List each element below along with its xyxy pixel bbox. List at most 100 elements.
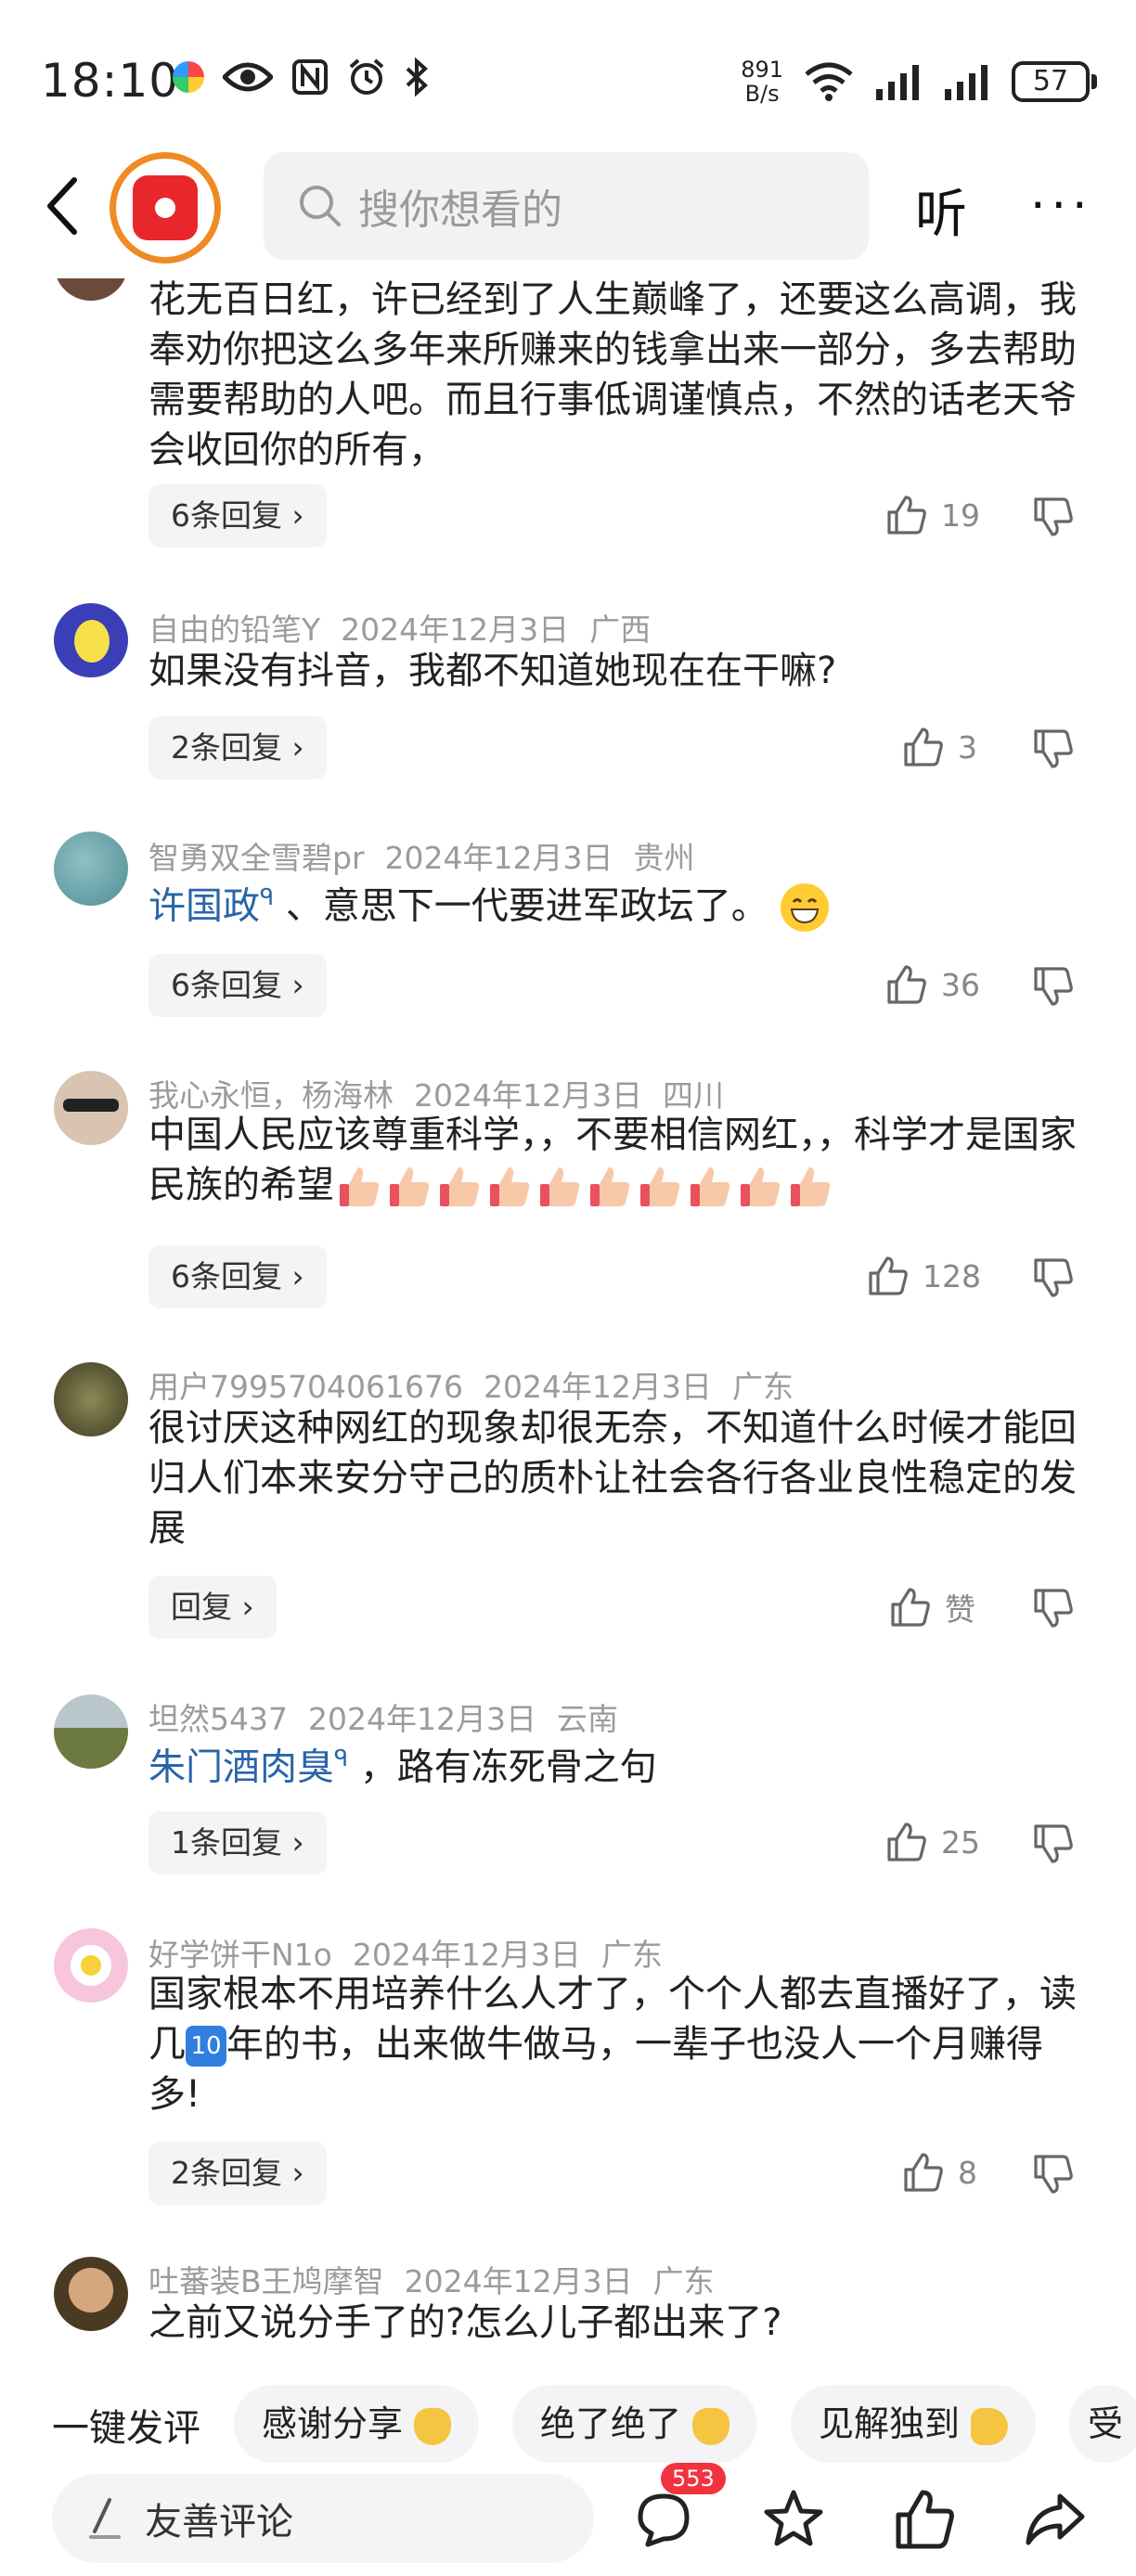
username[interactable]: 智勇双全雪碧pr bbox=[148, 840, 365, 876]
username[interactable]: 用户7995704061676 bbox=[148, 1369, 463, 1405]
search-icon bbox=[300, 186, 341, 226]
comment-meta: 自由的铅笔Y 2024年12月3日 广西 bbox=[148, 605, 671, 650]
thumbs-up-emoji-icon bbox=[535, 1162, 585, 1212]
pen-icon bbox=[89, 2498, 121, 2539]
search-input[interactable]: 搜你想看的 bbox=[264, 152, 869, 260]
dislike-button[interactable] bbox=[1032, 1587, 1075, 1629]
battery-indicator: 57 bbox=[1012, 61, 1097, 102]
comment-region: 广东 bbox=[600, 1937, 663, 1973]
like-button[interactable]: 8 bbox=[902, 2151, 977, 2194]
signal-icon-2 bbox=[945, 65, 988, 100]
keycap-ten-icon: 10 bbox=[186, 2026, 226, 2067]
thumbs-up-emoji-icon bbox=[434, 1162, 484, 1212]
quick-chip-more[interactable]: 受 bbox=[1069, 2385, 1136, 2463]
avatar[interactable] bbox=[54, 278, 128, 301]
avatar[interactable] bbox=[54, 2257, 128, 2331]
view-replies-button[interactable]: 1条回复 › bbox=[148, 1811, 327, 1874]
quick-comment-bar: 一键发评 感谢分享 绝了绝了 见解独到 受 bbox=[0, 2377, 1136, 2467]
username[interactable]: 自由的铅笔Y bbox=[148, 612, 320, 648]
comment-region: 广东 bbox=[652, 2263, 715, 2299]
avatar[interactable] bbox=[54, 1928, 128, 2003]
comments-button[interactable] bbox=[631, 2487, 696, 2552]
quick-chip-awesome[interactable]: 绝了绝了 bbox=[512, 2385, 758, 2463]
nfc-icon bbox=[292, 59, 328, 95]
dislike-button[interactable] bbox=[1032, 2153, 1075, 2196]
comment-region: 贵州 bbox=[633, 840, 695, 876]
like-button[interactable]: 19 bbox=[885, 494, 980, 536]
comment-meta: 坦然5437 2024年12月3日 云南 bbox=[148, 1694, 639, 1739]
favorite-button[interactable] bbox=[761, 2487, 826, 2552]
comment-body: ，路有冻死骨之句 bbox=[359, 1745, 657, 1789]
avatar[interactable] bbox=[54, 1694, 128, 1769]
like-count: 36 bbox=[941, 966, 980, 1003]
view-replies-button[interactable]: 2条回复 › bbox=[148, 716, 327, 779]
thumbs-up-icon bbox=[869, 1256, 908, 1295]
thumbs-up-emoji-icon bbox=[735, 1162, 785, 1212]
status-right: 891 B/s 57 bbox=[741, 57, 1097, 106]
chip-label: 受 bbox=[1088, 2403, 1124, 2444]
dislike-button[interactable] bbox=[1032, 1256, 1075, 1299]
comment-meta: 好学饼干N1o 2024年12月3日 广东 bbox=[148, 1930, 683, 1975]
avatar[interactable] bbox=[54, 831, 128, 906]
view-replies-button[interactable]: 6条回复 › bbox=[148, 484, 327, 547]
chip-label: 绝了绝了 bbox=[540, 2403, 682, 2444]
reply-button[interactable]: 回复 › bbox=[148, 1576, 277, 1639]
quick-chip-thanks[interactable]: 感谢分享 bbox=[234, 2385, 480, 2463]
view-replies-button[interactable]: 6条回复 › bbox=[148, 954, 327, 1017]
dislike-button[interactable] bbox=[1032, 1823, 1075, 1865]
avatar[interactable] bbox=[54, 603, 128, 677]
view-replies-button[interactable]: 6条回复 › bbox=[148, 1245, 327, 1308]
avatar[interactable] bbox=[54, 1071, 128, 1145]
comment-region: 广西 bbox=[589, 612, 652, 648]
username[interactable]: 我心永恒，杨海林 bbox=[148, 1077, 394, 1114]
comment-text: 如果没有抖音，我都不知道她现在在干嘛? bbox=[148, 650, 837, 692]
dislike-button[interactable] bbox=[1032, 965, 1075, 1008]
comment-date: 2024年12月3日 bbox=[404, 2263, 633, 2299]
bluetooth-icon bbox=[406, 58, 428, 97]
thumbs-up-emoji-icon bbox=[785, 1162, 835, 1212]
like-button[interactable]: 赞 bbox=[889, 1585, 975, 1629]
mention-link[interactable]: 朱门酒肉臭 bbox=[148, 1745, 334, 1788]
app-logo-icon[interactable] bbox=[110, 152, 221, 264]
thumbs-down-icon bbox=[1034, 2155, 1073, 2194]
listen-button[interactable]: 听 bbox=[915, 173, 967, 248]
speed-value: 891 bbox=[741, 57, 783, 83]
avatar[interactable] bbox=[54, 1362, 128, 1436]
username[interactable]: 好学饼干N1o bbox=[148, 1937, 332, 1973]
status-icons bbox=[173, 58, 429, 97]
like-button[interactable]: 25 bbox=[885, 1821, 980, 1863]
search-mention-icon: ᑫ bbox=[334, 1745, 349, 1771]
comment-input[interactable]: 友善评论 bbox=[52, 2474, 594, 2563]
comment-body: 、意思下一代要进军政坛了。 bbox=[285, 884, 768, 928]
like-count: 8 bbox=[958, 2154, 977, 2191]
share-button[interactable] bbox=[1023, 2487, 1088, 2552]
comment-text: 朱门酒肉臭ᑫ ，路有冻死骨之句 bbox=[148, 1733, 1086, 1792]
thumbs-up-emoji-icon bbox=[635, 1162, 685, 1212]
back-button[interactable] bbox=[37, 169, 93, 243]
view-replies-button[interactable]: 2条回复 › bbox=[148, 2142, 327, 2205]
quick-chip-insightful[interactable]: 见解独到 bbox=[791, 2385, 1037, 2463]
dislike-button[interactable] bbox=[1032, 728, 1075, 770]
like-button[interactable]: 128 bbox=[867, 1255, 981, 1297]
comment-date: 2024年12月3日 bbox=[341, 612, 570, 648]
username[interactable]: 吐蕃装B王鸠摩智 bbox=[148, 2263, 384, 2299]
like-button[interactable]: 3 bbox=[902, 726, 977, 768]
search-mention-icon: ᑫ bbox=[260, 884, 275, 910]
comment-bubble-icon bbox=[638, 2493, 690, 2547]
username[interactable]: 坦然5437 bbox=[148, 1701, 288, 1737]
like-article-button[interactable] bbox=[893, 2487, 958, 2552]
like-count: 128 bbox=[923, 1257, 981, 1294]
like-button[interactable]: 36 bbox=[885, 963, 980, 1006]
comment-text: 之前又说分手了的?怎么儿子都出来了? bbox=[148, 2301, 782, 2344]
clapping-hands-icon bbox=[414, 2407, 452, 2445]
dislike-button[interactable] bbox=[1032, 496, 1075, 538]
mention-link[interactable]: 许国政 bbox=[148, 884, 260, 927]
wifi-icon bbox=[805, 62, 853, 101]
thumbs-up-emoji-icon bbox=[334, 1162, 384, 1212]
comment-text: 很讨厌这种网红的现象却很无奈，不知道什么时候才能回归人们本来安分守己的质朴让社会… bbox=[148, 1407, 1077, 1550]
thumbs-down-icon bbox=[1034, 497, 1073, 536]
more-options-button[interactable]: ··· bbox=[1030, 178, 1093, 234]
comment-text: 许国政ᑫ 、意思下一代要进军政坛了。 bbox=[148, 872, 1086, 933]
thumbs-up-emoji-icon bbox=[971, 2407, 1009, 2445]
comment-region: 四川 bbox=[662, 1077, 724, 1114]
